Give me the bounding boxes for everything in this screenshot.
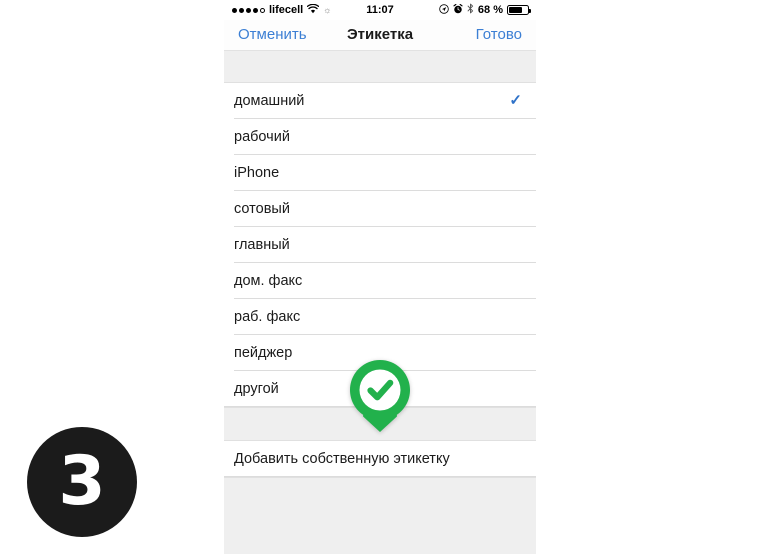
status-bar: lifecell ☼ 11:07 68 %: [224, 0, 536, 20]
list-item-label: iPhone: [234, 165, 280, 181]
phone-screenshot: lifecell ☼ 11:07 68 % Отменить Этикетка …: [224, 0, 536, 554]
checkmark-icon: ✓: [509, 92, 522, 109]
green-check-pin-marker-icon: [348, 358, 412, 434]
list-item-label: сотовый: [234, 201, 290, 217]
list-item-label: пейджер: [234, 345, 293, 361]
battery-icon: [507, 5, 531, 15]
list-item[interactable]: главный: [224, 227, 536, 263]
battery-percentage: 68 %: [477, 4, 503, 16]
section-gap-bottom: [224, 477, 536, 554]
step-number-text: 3: [58, 442, 106, 521]
list-item[interactable]: рабочий: [224, 119, 536, 155]
alarm-clock-icon: [453, 3, 463, 17]
list-item[interactable]: домашний ✓: [224, 83, 536, 119]
location-arrow-icon: [439, 3, 449, 17]
done-button[interactable]: Готово: [476, 20, 522, 50]
add-custom-label-text: Добавить собственную этикетку: [234, 451, 450, 467]
battery-fill: [509, 7, 522, 13]
navigation-bar: Отменить Этикетка Готово: [224, 20, 536, 51]
list-item-label: рабочий: [234, 129, 290, 145]
add-custom-label-row[interactable]: Добавить собственную этикетку: [224, 441, 536, 477]
list-item-label: дом. факс: [234, 273, 303, 289]
bluetooth-icon: [467, 3, 474, 17]
list-item[interactable]: сотовый: [224, 191, 536, 227]
list-item-label: главный: [234, 237, 290, 253]
section-gap-top: [224, 51, 536, 83]
label-list: домашний ✓ рабочий iPhone сотовый главны…: [224, 51, 536, 554]
list-item-label: другой: [234, 381, 279, 397]
list-item-label: раб. факс: [234, 309, 301, 325]
list-item[interactable]: раб. факс: [224, 299, 536, 335]
list-item[interactable]: iPhone: [224, 155, 536, 191]
list-item-label: домашний: [234, 93, 305, 109]
list-item[interactable]: дом. факс: [224, 263, 536, 299]
step-number-badge: 3: [27, 427, 137, 537]
status-bar-right: 68 %: [439, 0, 531, 20]
